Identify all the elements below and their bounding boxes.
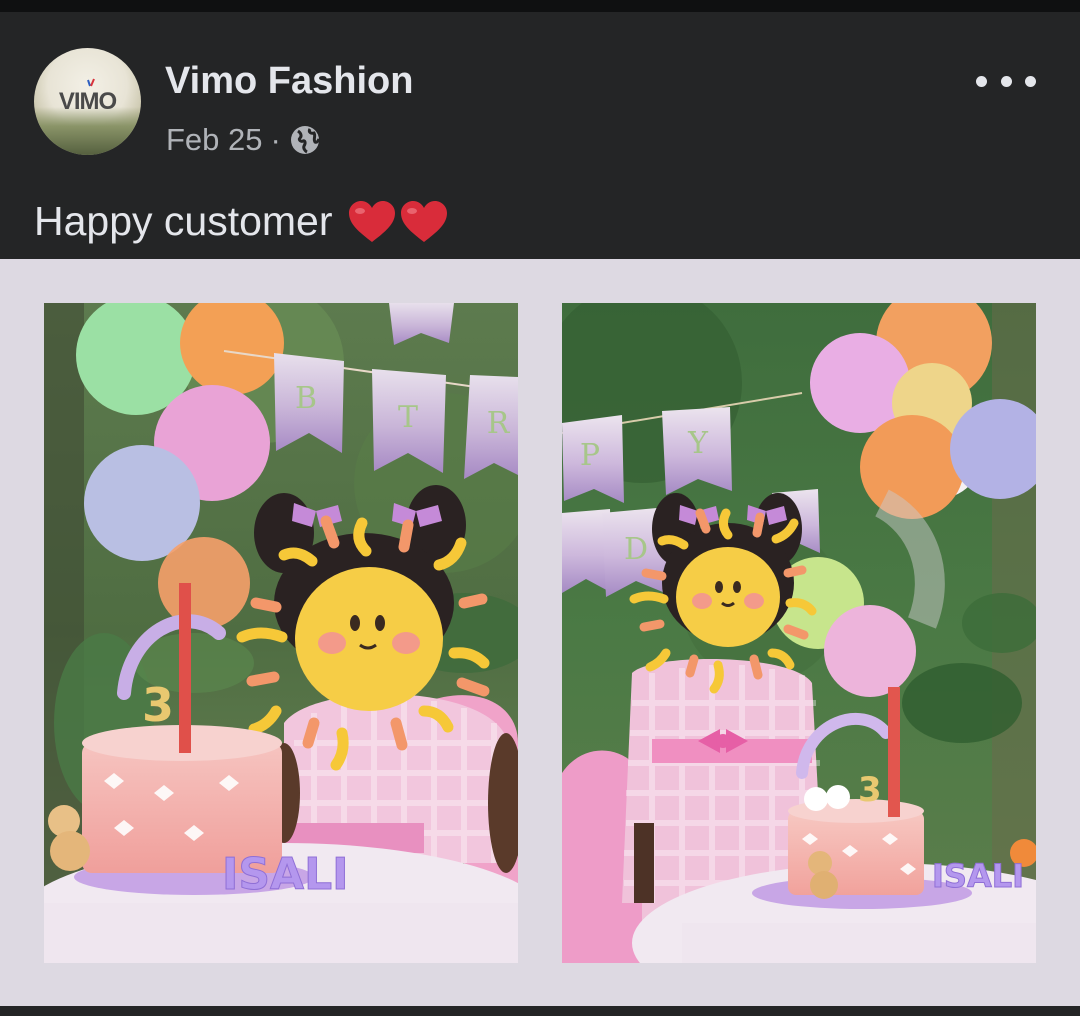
caption-text: Happy customer bbox=[34, 198, 333, 244]
more-dot-icon bbox=[1025, 75, 1036, 87]
globe-icon[interactable] bbox=[289, 124, 321, 156]
photo-1[interactable]: B T R 3 ISALI bbox=[44, 303, 518, 963]
more-options-button[interactable] bbox=[976, 70, 1036, 92]
banner-letter: B bbox=[295, 381, 317, 416]
post-caption: Happy customer bbox=[34, 198, 449, 245]
photo-2[interactable]: P Y D 3 ISALI bbox=[562, 303, 1036, 963]
banner-letter: T bbox=[398, 400, 418, 435]
banner-letter: Y bbox=[687, 426, 709, 461]
page-avatar[interactable]: VIMO bbox=[34, 48, 141, 155]
cake-candle-number: 3 bbox=[858, 770, 882, 810]
banner-letter: P bbox=[580, 438, 600, 473]
meta-separator: · bbox=[270, 122, 281, 157]
post-date[interactable]: Feb 25 bbox=[166, 122, 263, 158]
status-strip bbox=[0, 0, 1080, 12]
banner-letter: R bbox=[487, 406, 511, 441]
banner-flag: R bbox=[464, 375, 518, 479]
logo-mark-icon bbox=[87, 78, 95, 87]
post-header: VIMO Vimo Fashion Feb 25 · Happy custome… bbox=[0, 12, 1080, 259]
cake-candle-number: 3 bbox=[142, 678, 174, 732]
cake-name-topper: ISALI bbox=[932, 857, 1024, 895]
post-meta: Feb 25 · bbox=[166, 122, 321, 158]
post-footer-strip bbox=[0, 1006, 1080, 1016]
more-dot-icon bbox=[976, 75, 987, 87]
page-name[interactable]: Vimo Fashion bbox=[165, 60, 413, 103]
more-dot-icon bbox=[1000, 75, 1012, 87]
red-heart-icon bbox=[400, 200, 447, 242]
banner-letter: D bbox=[624, 532, 648, 567]
photo-gallery: B T R 3 ISALI P Y D 3 ISALI bbox=[0, 259, 1080, 1006]
avatar-logo-text: VIMO bbox=[58, 88, 117, 115]
cake-name-topper: ISALI bbox=[222, 849, 349, 900]
red-heart-icon bbox=[348, 200, 395, 242]
